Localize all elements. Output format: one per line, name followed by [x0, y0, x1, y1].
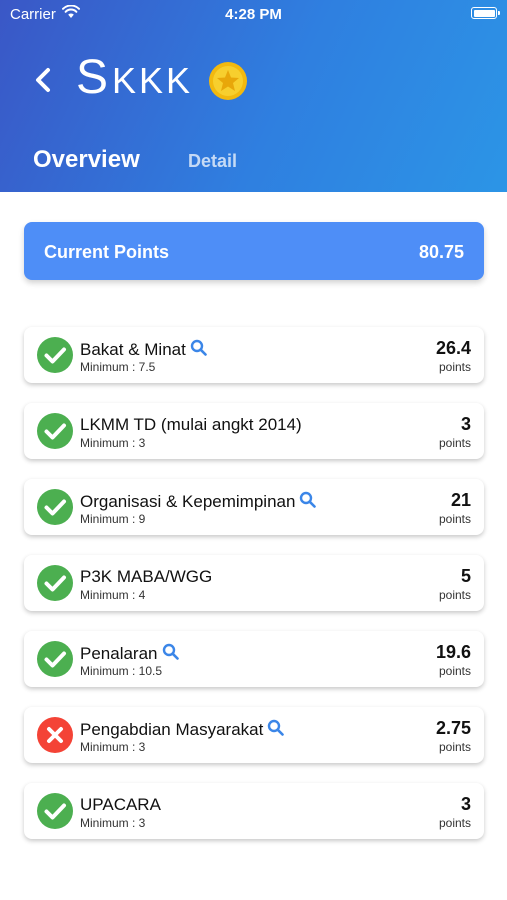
list-item[interactable]: LKMM TD (mulai angkt 2014) Minimum : 3 3 po…	[24, 403, 484, 459]
item-points-unit: points	[438, 436, 471, 450]
item-points-value: 2.75	[435, 718, 471, 738]
item-points-unit: points	[438, 512, 471, 526]
check-icon	[37, 337, 73, 373]
cross-icon	[37, 717, 73, 753]
item-points-unit: points	[438, 360, 471, 374]
tab-detail[interactable]: Detail	[188, 151, 237, 172]
status-bar: Carrier 4:28 PM	[0, 0, 507, 28]
coin-star-icon	[209, 62, 247, 100]
item-title-text: Penalaran	[80, 644, 158, 663]
list-item[interactable]: Organisasi & Kepemimpinan Minimum : 9 21 po…	[24, 479, 484, 535]
item-title: LKMM TD (mulai angkt 2014)	[80, 415, 302, 435]
item-minimum: Minimum : 7.5	[80, 360, 156, 374]
item-points-value: 21	[450, 490, 471, 510]
item-minimum: Minimum : 3	[80, 436, 146, 450]
check-icon	[37, 565, 73, 601]
item-title-text: LKMM TD (mulai angkt 2014)	[80, 415, 302, 434]
tab-overview[interactable]: Overview	[33, 146, 140, 174]
item-title-text: Organisasi & Kepemimpinan	[80, 492, 296, 511]
current-points-value: 80.75	[418, 242, 464, 262]
item-title: Organisasi & Kepemimpinan	[80, 491, 317, 512]
item-points-value: 26.4	[435, 338, 471, 358]
check-icon	[37, 793, 73, 829]
item-title: P3K MABA/WGG	[80, 567, 212, 587]
item-points-value: 5	[460, 566, 471, 586]
current-points-label: Current Points	[44, 242, 170, 262]
item-points-unit: points	[438, 664, 471, 678]
page-title-rest: KKK	[112, 60, 194, 101]
item-title-text: Pengabdian Masyarakat	[80, 720, 264, 739]
item-points-unit: points	[438, 740, 471, 754]
item-minimum: Minimum : 4	[80, 588, 146, 602]
item-minimum: Minimum : 3	[80, 816, 146, 830]
list-item[interactable]: Bakat & Minat Minimum : 7.5 26.4 points	[24, 327, 484, 383]
list-item[interactable]: UPACARA Minimum : 3 3 points	[24, 783, 484, 839]
item-minimum: Minimum : 10.5	[80, 664, 163, 678]
item-title-text: P3K MABA/WGG	[80, 567, 213, 586]
current-points-card: Current Points 80.75	[24, 222, 484, 280]
back-chevron-icon[interactable]	[33, 64, 53, 96]
item-title: Pengabdian Masyarakat	[80, 719, 285, 740]
item-points-value: 19.6	[435, 642, 471, 662]
search-icon[interactable]	[267, 719, 285, 736]
page-title-initial: S	[76, 51, 113, 104]
search-icon[interactable]	[162, 643, 179, 660]
item-minimum: Minimum : 3	[80, 740, 146, 754]
list-item[interactable]: P3K MABA/WGG Minimum : 4 5 points	[24, 555, 484, 611]
battery-icon	[471, 7, 500, 19]
item-title-text: Bakat & Minat	[80, 340, 186, 359]
page-title: SKKK	[76, 50, 193, 105]
check-icon	[37, 641, 73, 677]
header: Carrier 4:28 PM SKKK Overview Detail	[0, 0, 507, 192]
list-item[interactable]: Pengabdian Masyarakat Minimum : 3 2.75 poin…	[24, 707, 484, 763]
search-icon[interactable]	[190, 339, 207, 356]
item-title: UPACARA	[80, 795, 161, 815]
item-title: Penalaran	[80, 643, 179, 664]
check-icon	[37, 489, 73, 525]
item-points-value: 3	[460, 414, 471, 434]
list-item[interactable]: Penalaran Minimum : 10.5 19.6 points	[24, 631, 484, 687]
item-title: Bakat & Minat	[80, 339, 207, 360]
item-points-unit: points	[438, 816, 471, 830]
search-icon[interactable]	[299, 491, 317, 508]
item-title-text: UPACARA	[80, 795, 161, 814]
item-points-value: 3	[460, 794, 471, 814]
item-minimum: Minimum : 9	[80, 512, 146, 526]
item-points-unit: points	[438, 588, 471, 602]
clock: 4:28 PM	[225, 6, 282, 23]
check-icon	[37, 413, 73, 449]
